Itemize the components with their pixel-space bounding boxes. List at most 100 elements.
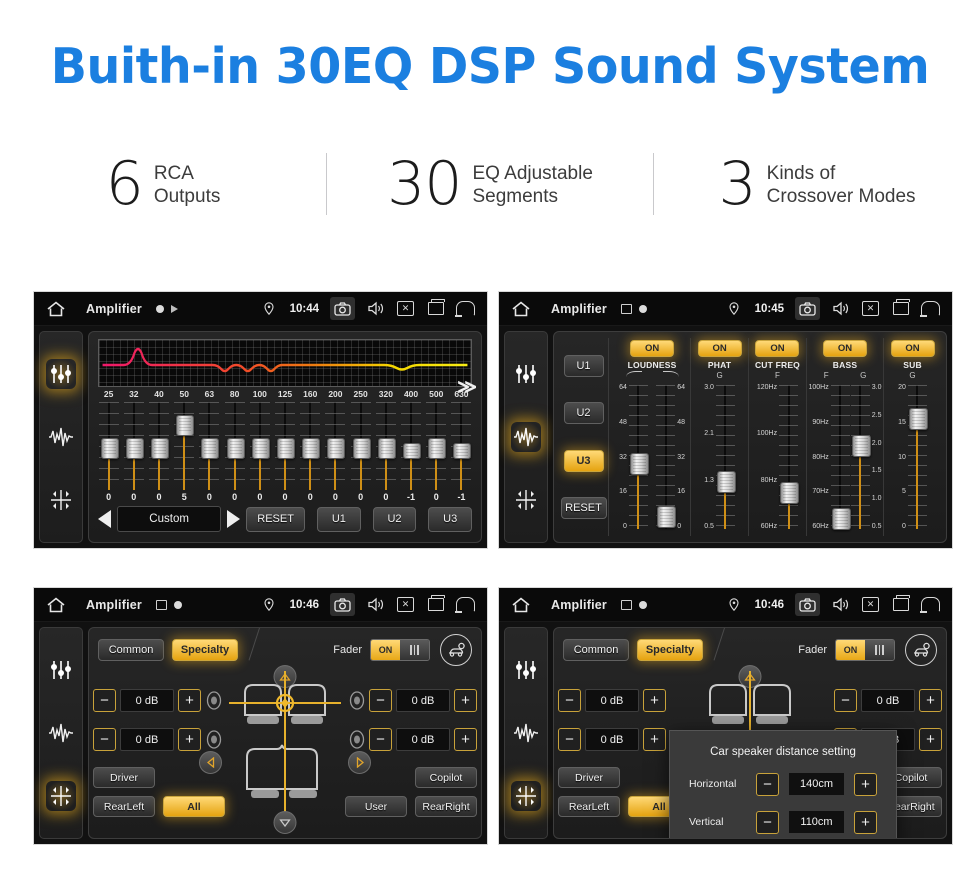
decrement-button[interactable]: − <box>756 810 779 834</box>
reset-button[interactable]: RESET <box>560 497 607 520</box>
eq-band[interactable]: 5 <box>172 402 197 502</box>
eq-band[interactable]: 0 <box>96 402 121 502</box>
car-settings-icon[interactable] <box>440 634 472 666</box>
camera-icon[interactable] <box>330 297 355 320</box>
preset-name[interactable]: Custom <box>117 506 222 532</box>
preset-button-u2[interactable]: U2 <box>563 402 604 425</box>
volume-icon[interactable] <box>366 299 385 318</box>
eq-band[interactable]: 0 <box>121 402 146 502</box>
fader-toggle[interactable]: ON <box>835 639 895 661</box>
preset-button-u1[interactable]: U1 <box>563 354 604 377</box>
volume-icon[interactable] <box>366 595 385 614</box>
preset-button-u3[interactable]: U3 <box>563 449 604 472</box>
sidebar-item-waveform[interactable] <box>511 718 541 748</box>
increment-button[interactable]: + <box>643 728 666 751</box>
increment-button[interactable]: + <box>854 772 877 796</box>
camera-icon[interactable] <box>795 593 820 616</box>
camera-icon[interactable] <box>330 593 355 616</box>
next-preset-button[interactable] <box>227 510 241 528</box>
nudge-down-button[interactable] <box>273 811 297 834</box>
sidebar-item-waveform[interactable] <box>46 422 76 452</box>
decrement-button[interactable]: − <box>93 689 116 712</box>
phat-toggle[interactable]: ON <box>697 340 742 357</box>
back-icon[interactable] <box>920 595 940 614</box>
increment-button[interactable]: + <box>454 689 477 712</box>
car-settings-icon[interactable] <box>905 634 937 666</box>
seat-button-rearright[interactable]: RearRight <box>415 796 477 817</box>
volume-icon[interactable] <box>831 299 850 318</box>
sidebar-item-balance[interactable] <box>511 781 541 812</box>
eq-band[interactable]: 0 <box>222 402 247 502</box>
increment-button[interactable]: + <box>178 689 201 712</box>
prev-preset-button[interactable] <box>98 510 111 528</box>
eq-band[interactable]: 0 <box>348 402 373 502</box>
close-icon[interactable]: ✕ <box>396 299 415 318</box>
seat-button-rearleft[interactable]: RearLeft <box>558 796 620 817</box>
increment-button[interactable]: + <box>919 728 942 751</box>
fader-toggle[interactable]: ON <box>370 639 430 661</box>
tab-common[interactable]: Common <box>98 639 164 661</box>
tab-specialty[interactable]: Specialty <box>637 639 703 661</box>
close-icon[interactable]: ✕ <box>861 595 880 614</box>
close-icon[interactable]: ✕ <box>396 595 415 614</box>
nudge-right-button[interactable] <box>348 751 371 774</box>
increment-button[interactable]: + <box>919 689 942 712</box>
seat-button-copilot[interactable]: Copilot <box>415 767 477 788</box>
reset-button[interactable]: RESET <box>246 506 306 532</box>
back-icon[interactable] <box>455 595 475 614</box>
loudness-slider-1[interactable]: 64 48 32 16 0 <box>619 383 649 531</box>
seat-button-rearleft[interactable]: RearLeft <box>93 796 155 817</box>
loudness-slider-2[interactable]: 64 48 32 16 0 <box>656 383 685 531</box>
eq-band[interactable]: 0 <box>298 402 323 502</box>
sidebar-item-balance[interactable] <box>46 781 76 812</box>
back-icon[interactable] <box>920 299 940 318</box>
increment-button[interactable]: + <box>454 728 477 751</box>
loudness-toggle[interactable]: ON <box>630 340 675 357</box>
decrement-button[interactable]: − <box>369 689 392 712</box>
sub-toggle[interactable]: ON <box>890 340 935 357</box>
nudge-left-button[interactable] <box>199 751 222 774</box>
eq-band[interactable]: 0 <box>247 402 272 502</box>
home-icon[interactable] <box>46 596 66 614</box>
camera-icon[interactable] <box>795 297 820 320</box>
bass-toggle[interactable]: ON <box>823 340 867 357</box>
cutfreq-toggle[interactable]: ON <box>755 340 800 357</box>
decrement-button[interactable]: − <box>93 728 116 751</box>
recents-icon[interactable] <box>426 299 445 318</box>
eq-band[interactable]: 0 <box>197 402 222 502</box>
decrement-button[interactable]: − <box>756 772 779 796</box>
bass-gain-slider[interactable]: 3.0 2.5 2.0 1.5 1.0 0.5 <box>850 383 882 531</box>
recents-icon[interactable] <box>891 595 910 614</box>
back-icon[interactable] <box>455 299 475 318</box>
sidebar-item-balance[interactable] <box>511 485 541 515</box>
eq-band[interactable]: 0 <box>146 402 171 502</box>
recents-icon[interactable] <box>426 595 445 614</box>
increment-button[interactable]: + <box>178 728 201 751</box>
eq-band[interactable]: 0 <box>424 402 449 502</box>
seat-map[interactable] <box>223 671 347 821</box>
eq-band[interactable]: 0 <box>323 402 348 502</box>
seat-button-all[interactable]: All <box>163 796 225 817</box>
sidebar-item-balance[interactable] <box>46 485 76 515</box>
eq-band[interactable]: 0 <box>373 402 398 502</box>
decrement-button[interactable]: − <box>558 689 581 712</box>
tab-common[interactable]: Common <box>563 639 629 661</box>
sidebar-item-equalizer[interactable] <box>511 359 541 389</box>
more-bands-icon[interactable]: ≫ <box>457 378 477 397</box>
eq-band[interactable]: -1 <box>398 402 423 502</box>
seat-button-driver[interactable]: Driver <box>93 767 155 788</box>
eq-band[interactable]: -1 <box>449 402 474 502</box>
sub-slider[interactable]: 20 15 10 5 0 <box>898 383 928 531</box>
decrement-button[interactable]: − <box>558 728 581 751</box>
bass-freq-slider[interactable]: 100Hz 90Hz 80Hz 70Hz 60Hz <box>808 383 851 531</box>
seat-button-driver[interactable]: Driver <box>558 767 620 788</box>
home-icon[interactable] <box>46 300 66 318</box>
recents-icon[interactable] <box>891 299 910 318</box>
preset-button-u3[interactable]: U3 <box>428 506 472 532</box>
cutfreq-slider[interactable]: 120Hz 100Hz 80Hz 60Hz <box>757 383 800 531</box>
decrement-button[interactable]: − <box>834 689 857 712</box>
increment-button[interactable]: + <box>854 810 877 834</box>
close-icon[interactable]: ✕ <box>861 299 880 318</box>
tab-specialty[interactable]: Specialty <box>172 639 238 661</box>
decrement-button[interactable]: − <box>369 728 392 751</box>
